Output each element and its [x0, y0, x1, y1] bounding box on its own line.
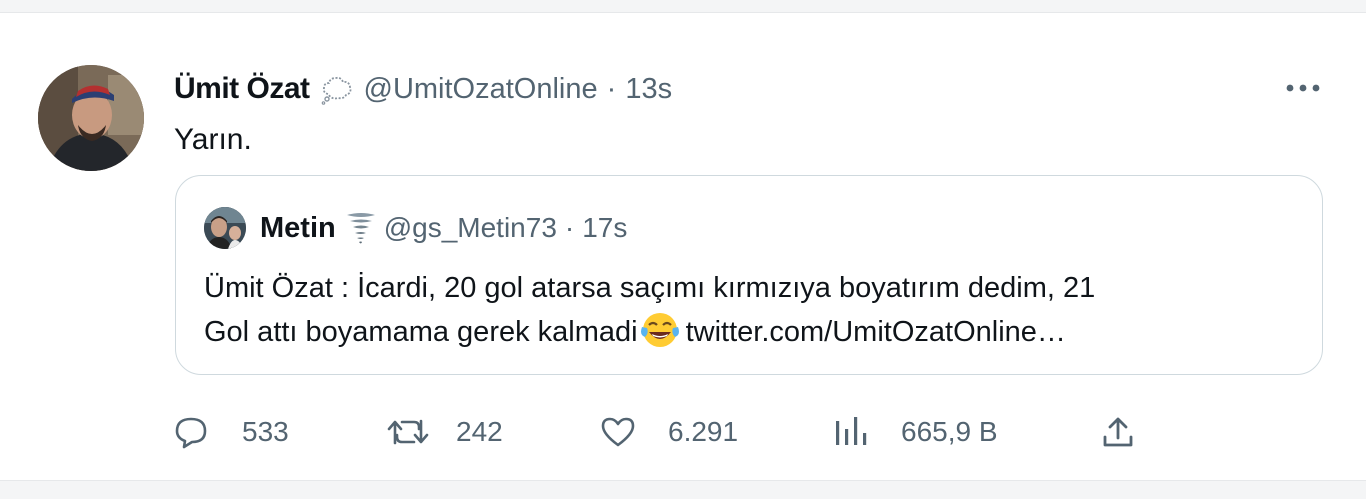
share-button[interactable]	[1100, 409, 1136, 455]
quoted-author-name[interactable]: Metin	[260, 212, 336, 245]
tears-of-joy-emoji-icon	[640, 311, 680, 349]
quoted-text-link[interactable]: twitter.com/UmitOzatOnline…	[686, 316, 1066, 348]
quoted-tweet-text: Ümit Özat : İcardi, 20 gol atarsa saçımı…	[204, 266, 1294, 354]
separator-dot: ·	[606, 72, 617, 105]
views-button[interactable]: 665,9 B	[833, 409, 998, 455]
cloud-speech-icon	[320, 72, 354, 106]
like-button[interactable]: 6.291	[600, 409, 738, 455]
quoted-text-before-emoji: Gol attı boyamama gerek kalmadi	[204, 316, 638, 348]
quoted-tweet[interactable]: Metin @gs_Metin73 · 17s Ümit Özat : İcar…	[175, 175, 1323, 375]
author-name[interactable]: Ümit Özat	[174, 72, 310, 106]
quoted-author-handle[interactable]: @gs_Metin73	[384, 212, 557, 244]
top-frame-strip	[0, 0, 1366, 13]
quoted-separator-dot: ·	[564, 212, 575, 243]
reply-button[interactable]: 533	[174, 409, 289, 455]
tweet-actions-bar: 533 242 6.291 665,9 B	[0, 409, 1366, 455]
quoted-text-line-2: Gol attı boyamama gerek kalmadi twitter.…	[204, 310, 1294, 354]
share-upload-icon	[1100, 415, 1136, 449]
tweet-text: Yarın.	[174, 123, 252, 156]
tornado-icon	[344, 210, 378, 246]
author-handle[interactable]: @UmitOzatOnline	[364, 73, 598, 106]
quoted-text-line-1: Ümit Özat : İcardi, 20 gol atarsa saçımı…	[204, 272, 1096, 304]
views-bar-chart-icon	[833, 415, 869, 449]
quoted-author-avatar[interactable]	[204, 207, 246, 249]
quoted-timestamp[interactable]: 17s	[582, 212, 627, 244]
tweet-header: Ümit Özat @UmitOzatOnline · 13s	[174, 69, 672, 109]
heart-icon	[600, 415, 636, 449]
more-dots-icon	[1285, 80, 1321, 98]
reply-bubble-icon	[174, 415, 208, 449]
retweet-icon	[386, 415, 430, 449]
bottom-frame-strip	[0, 480, 1366, 499]
quoted-tweet-header: Metin @gs_Metin73 · 17s	[204, 207, 627, 249]
views-count: 665,9 B	[901, 416, 998, 447]
author-avatar[interactable]	[38, 65, 144, 171]
more-options-button[interactable]	[1280, 71, 1326, 107]
like-count: 6.291	[668, 416, 739, 447]
retweet-button[interactable]: 242	[386, 409, 503, 455]
tweet-card[interactable]: Ümit Özat @UmitOzatOnline · 13s Yarın. M…	[0, 13, 1366, 480]
retweet-count: 242	[456, 416, 503, 447]
reply-count: 533	[242, 416, 289, 447]
tweet-timestamp[interactable]: 13s	[625, 73, 672, 106]
